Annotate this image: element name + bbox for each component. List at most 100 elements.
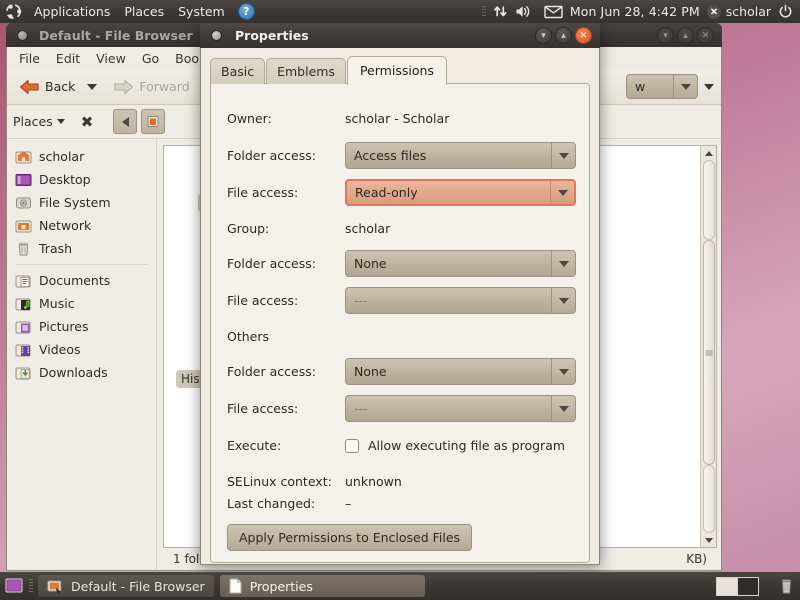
workspace-1[interactable] — [717, 577, 737, 595]
sidebar-item-label: File System — [39, 195, 111, 210]
chevron-down-icon — [550, 181, 574, 204]
user-status-icon — [706, 4, 721, 19]
close-pane-icon[interactable]: ✖ — [81, 113, 94, 131]
properties-title: Properties — [235, 28, 309, 43]
others-file-access-cell: --- — [345, 390, 576, 427]
close-icon[interactable]: ✕ — [697, 27, 714, 44]
vertical-scrollbar[interactable] — [700, 146, 716, 547]
show-desktop-icon[interactable] — [4, 577, 24, 595]
sidebar-item-documents[interactable]: Documents — [7, 269, 156, 292]
scroll-down-icon[interactable] — [704, 533, 713, 547]
sidebar-item-label: Music — [39, 296, 75, 311]
sidebar-item-downloads[interactable]: Downloads — [7, 361, 156, 384]
path-scroll-left-button[interactable] — [113, 109, 138, 134]
menu-go[interactable]: Go — [134, 49, 167, 68]
power-icon[interactable] — [778, 4, 793, 19]
sidebar-divider — [15, 264, 148, 265]
workspace-switcher[interactable] — [716, 576, 759, 596]
network-icon — [15, 218, 32, 234]
sidebar-item-scholar[interactable]: scholar — [7, 145, 156, 168]
extra-chevron-down-icon[interactable] — [704, 83, 714, 90]
properties-dialog[interactable]: Properties ▾ ▴ ✕ Basic Emblems Permissio… — [200, 23, 600, 565]
owner-file-access-select[interactable]: Read-only — [345, 179, 576, 206]
group-file-access-select[interactable]: --- — [345, 287, 576, 314]
task-properties[interactable]: Properties — [219, 575, 425, 597]
apply-permissions-button[interactable]: Apply Permissions to Enclosed Files — [227, 524, 473, 551]
sidebar-item-file-system[interactable]: File System — [7, 191, 156, 214]
forward-button[interactable]: Forward — [108, 76, 194, 98]
menu-file[interactable]: File — [11, 49, 48, 68]
menu-applications[interactable]: Applications — [27, 2, 117, 21]
volume-icon[interactable] — [515, 4, 532, 19]
window-menu-icon[interactable] — [17, 29, 28, 41]
owner-value: scholar - Scholar — [345, 111, 450, 126]
scroll-track-top[interactable] — [702, 160, 715, 240]
close-icon[interactable]: ✕ — [575, 27, 592, 44]
file-browser-title: Default - File Browser — [39, 27, 193, 43]
chevron-down-icon — [551, 251, 575, 276]
properties-titlebar[interactable]: Properties ▾ ▴ ✕ — [200, 23, 600, 48]
others-file-access-label: File access: — [227, 401, 299, 416]
documents-icon — [15, 273, 32, 289]
others-folder-access-select[interactable]: None — [345, 358, 576, 385]
menu-system[interactable]: System — [171, 2, 232, 21]
downloads-icon — [15, 365, 32, 381]
path-button-home[interactable] — [141, 109, 166, 134]
permissions-panel: Owner: scholar - Scholar Folder access: … — [210, 83, 590, 563]
workspace-2[interactable] — [738, 577, 758, 595]
minimize-icon[interactable]: ▾ — [535, 27, 552, 44]
sidebar-item-label: Documents — [39, 273, 111, 288]
ubuntu-logo-icon[interactable] — [5, 3, 22, 20]
panel-grip-handle[interactable] — [481, 5, 486, 18]
execute-checkbox-row[interactable]: Allow executing file as program — [345, 427, 565, 464]
task-file-browser[interactable]: Default - File Browser — [38, 575, 214, 597]
chevron-down-icon — [673, 75, 697, 98]
others-file-access-value: --- — [354, 401, 368, 416]
maximize-icon[interactable]: ▴ — [677, 27, 694, 44]
execute-cell: Allow executing file as program — [345, 427, 576, 464]
sidebar-item-music[interactable]: Music — [7, 292, 156, 315]
sidebar-item-videos[interactable]: Videos — [7, 338, 156, 361]
taskbar-grip-handle[interactable] — [29, 579, 33, 593]
sidebar-item-desktop[interactable]: Desktop — [7, 168, 156, 191]
trash-icon[interactable] — [779, 578, 794, 595]
group-folder-access-select[interactable]: None — [345, 250, 576, 277]
sidebar-item-trash[interactable]: Trash — [7, 237, 156, 260]
owner-folder-access-select[interactable]: Access files — [345, 142, 576, 169]
scroll-up-icon[interactable] — [704, 146, 713, 160]
group-folder-access-cell: None — [345, 245, 576, 282]
sidebar-item-network[interactable]: Network — [7, 214, 156, 237]
back-button[interactable]: Back — [14, 76, 80, 98]
view-mode-select[interactable]: w — [626, 74, 698, 99]
scroll-track-bottom[interactable] — [702, 465, 715, 533]
user-menu[interactable]: scholar — [706, 4, 771, 19]
minimize-icon[interactable]: ▾ — [657, 27, 674, 44]
scrollbar-thumb[interactable] — [702, 240, 715, 465]
sidebar-item-pictures[interactable]: Pictures — [7, 315, 156, 338]
network-icon[interactable] — [493, 4, 508, 19]
places-dropdown[interactable]: Places — [13, 114, 65, 129]
menu-view[interactable]: View — [88, 49, 134, 68]
tab-basic[interactable]: Basic — [210, 58, 266, 84]
tab-permissions[interactable]: Permissions — [346, 56, 447, 85]
group-folder-access-value: None — [354, 256, 387, 271]
window-menu-icon[interactable] — [211, 30, 222, 41]
last-changed-label: Last changed: — [227, 495, 316, 511]
others-file-access-select[interactable]: --- — [345, 395, 576, 422]
mail-icon[interactable] — [544, 5, 563, 19]
maximize-icon[interactable]: ▴ — [555, 27, 572, 44]
menu-places[interactable]: Places — [117, 2, 171, 21]
others-label: Others — [227, 328, 270, 344]
taskbar-tray — [716, 576, 800, 596]
tab-emblems[interactable]: Emblems — [266, 58, 346, 84]
menu-edit[interactable]: Edit — [48, 49, 88, 68]
file-browser-window-buttons: ▾ ▴ ✕ — [657, 27, 714, 44]
back-history-chevron-down-icon[interactable] — [87, 83, 98, 90]
help-icon[interactable]: ? — [237, 3, 255, 20]
execute-checkbox[interactable] — [345, 438, 359, 453]
sidebar-item-label: Pictures — [39, 319, 89, 334]
group-folder-access-label: Folder access: — [227, 256, 316, 271]
clock[interactable]: Mon Jun 28, 4:42 PM — [570, 4, 700, 19]
permissions-grid: Owner: scholar - Scholar Folder access: … — [227, 100, 576, 464]
top-panel-left: Applications Places System ? — [0, 2, 255, 21]
